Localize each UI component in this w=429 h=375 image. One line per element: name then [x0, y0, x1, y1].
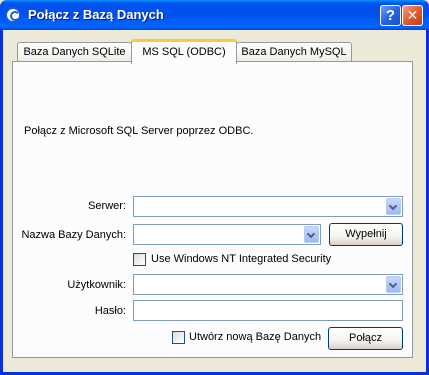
tab-mysql[interactable]: Baza Danych MySQL: [236, 42, 352, 62]
title-bar[interactable]: Połącz z Bazą Danych ? ✕: [0, 0, 429, 30]
fill-button[interactable]: Wypełnij: [329, 223, 403, 246]
connect-button[interactable]: Połącz: [328, 327, 403, 350]
password-label: Hasło:: [94, 305, 126, 317]
user-label: Użytkownik:: [67, 279, 126, 291]
create-db-checkbox[interactable]: [172, 331, 185, 344]
chevron-down-icon[interactable]: [304, 226, 319, 243]
server-combobox[interactable]: [133, 196, 403, 217]
window-title: Połącz z Bazą Danych: [28, 7, 164, 22]
windows-auth-checkbox[interactable]: [133, 253, 146, 266]
help-button[interactable]: ?: [380, 5, 401, 26]
chevron-down-icon[interactable]: [386, 276, 401, 293]
windows-auth-label: Use Windows NT Integrated Security: [151, 253, 332, 265]
tab-mssql-odbc[interactable]: MS SQL (ODBC): [131, 39, 237, 64]
info-text: Połącz z Microsoft SQL Server poprzez OD…: [24, 125, 254, 137]
user-combobox[interactable]: [133, 274, 403, 295]
password-input[interactable]: [133, 300, 403, 321]
database-combobox[interactable]: [133, 224, 321, 245]
chevron-down-icon[interactable]: [386, 198, 401, 215]
create-db-label: Utwórz nową Bazę Danych: [189, 331, 322, 343]
database-label: Nazwa Bazy Danych:: [21, 229, 126, 241]
app-icon: [5, 7, 21, 23]
server-label: Serwer:: [88, 200, 126, 212]
tab-sqlite[interactable]: Baza Danych SQLite: [17, 42, 132, 62]
close-button[interactable]: ✕: [402, 5, 423, 26]
